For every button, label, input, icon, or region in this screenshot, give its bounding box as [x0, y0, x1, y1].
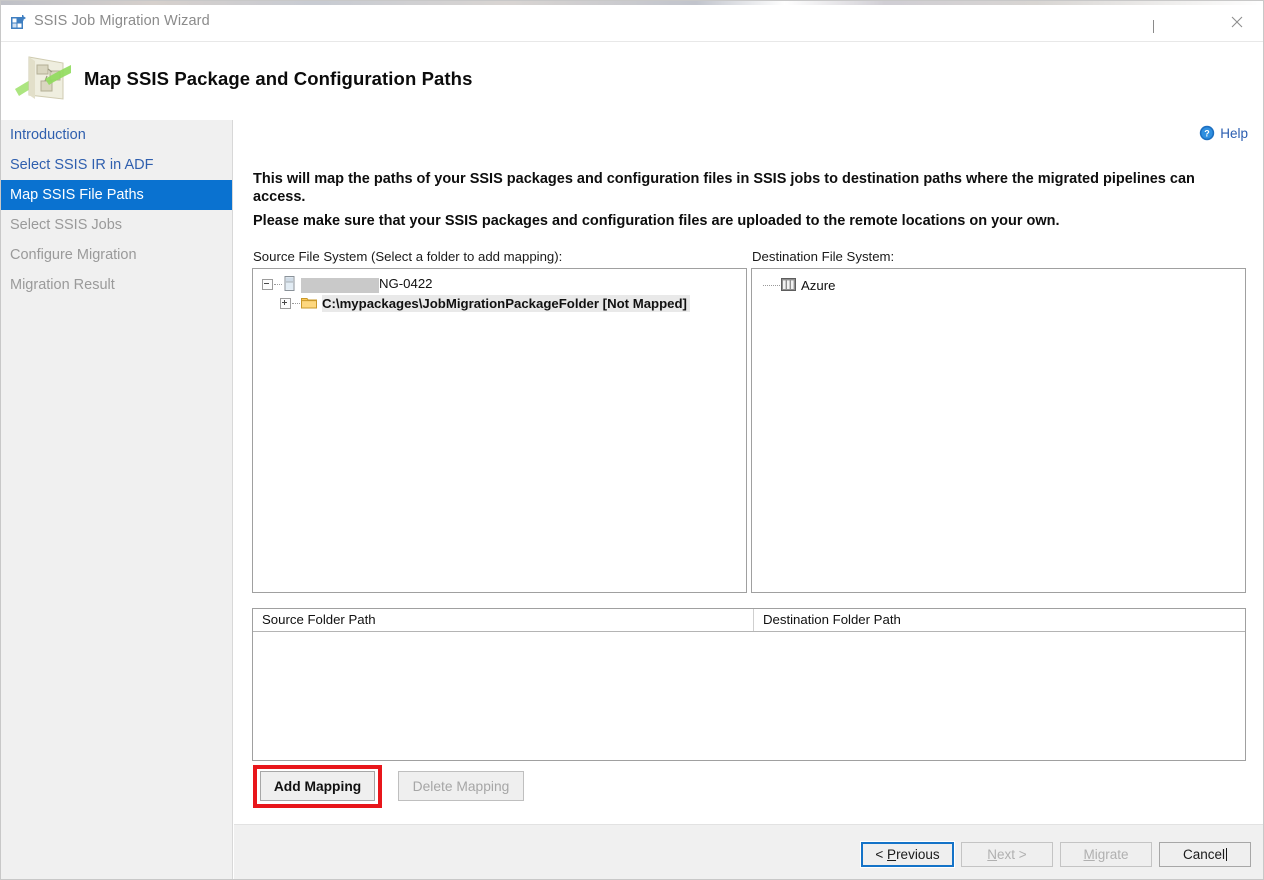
- cancel-button-label: Cancel: [1183, 847, 1225, 862]
- title-bar: SSIS Job Migration Wizard: [1, 5, 1263, 42]
- tree-node-server[interactable]: NG-0422: [253, 275, 746, 294]
- column-header-destination-folder-path[interactable]: Destination Folder Path: [754, 609, 1245, 631]
- column-header-source-folder-path[interactable]: Source Folder Path: [253, 609, 754, 631]
- next-button-label: Next >: [987, 847, 1026, 862]
- mapping-grid-header: Source Folder Path Destination Folder Pa…: [253, 609, 1245, 632]
- sidebar-item-map-ssis-file-paths[interactable]: Map SSIS File Paths: [1, 180, 232, 210]
- minimize-icon: [1153, 20, 1154, 33]
- tree-node-folder-label: C:\mypackages\JobMigrationPackageFolder …: [322, 295, 690, 312]
- tree-node-folder[interactable]: C:\mypackages\JobMigrationPackageFolder …: [253, 294, 746, 313]
- help-label: Help: [1220, 126, 1248, 141]
- tree-node-azure[interactable]: Azure: [752, 276, 1245, 295]
- delete-mapping-button: Delete Mapping: [398, 771, 524, 801]
- tree-node-azure-label: Azure: [801, 278, 835, 293]
- wizard-window: SSIS Job Migration Wizard: [0, 0, 1264, 880]
- sidebar-item-configure-migration: Configure Migration: [1, 240, 232, 270]
- source-file-system-label: Source File System (Select a folder to a…: [253, 249, 562, 264]
- destination-file-system-tree[interactable]: Azure: [751, 268, 1246, 593]
- migration-dataflow-icon: [11, 49, 73, 111]
- next-button: Next >: [961, 842, 1053, 867]
- tree-connector-line: [763, 285, 780, 287]
- sidebar-item-select-ssis-ir[interactable]: Select SSIS IR in ADF: [1, 150, 232, 180]
- tree-node-server-label: NG-0422: [301, 276, 433, 292]
- tree-connector-line: [274, 284, 282, 286]
- tree-connector-line: [292, 303, 300, 305]
- wizard-steps-sidebar: Introduction Select SSIS IR in ADF Map S…: [1, 120, 233, 880]
- content-panel: ? Help This will map the paths of your S…: [234, 120, 1263, 824]
- folder-icon: [301, 296, 317, 312]
- sidebar-item-select-ssis-jobs: Select SSIS Jobs: [1, 210, 232, 240]
- previous-button-label: < Previous: [875, 847, 939, 862]
- footer-button-bar: < Previous Next > Migrate Cancel: [234, 825, 1263, 880]
- close-button[interactable]: [1216, 5, 1262, 39]
- sidebar-item-introduction[interactable]: Introduction: [1, 120, 232, 150]
- help-icon: ?: [1199, 125, 1215, 141]
- svg-text:?: ?: [1204, 129, 1210, 139]
- wizard-app-icon: [10, 14, 28, 32]
- expand-expander-icon[interactable]: [280, 298, 291, 309]
- text-caret-artifact: [1226, 848, 1227, 861]
- migrate-button: Migrate: [1060, 842, 1152, 867]
- sidebar-item-migration-result: Migration Result: [1, 270, 232, 300]
- page-title: Map SSIS Package and Configuration Paths: [84, 68, 472, 90]
- azure-grid-icon: [781, 278, 796, 294]
- collapse-expander-icon[interactable]: [262, 279, 273, 290]
- description-line-1: This will map the paths of your SSIS pac…: [253, 170, 1215, 206]
- help-link[interactable]: ? Help: [1199, 125, 1248, 141]
- add-mapping-button[interactable]: Add Mapping: [260, 771, 375, 801]
- description-line-2: Please make sure that your SSIS packages…: [253, 212, 1215, 230]
- header-banner: Map SSIS Package and Configuration Paths: [1, 42, 1263, 120]
- tree-node-server-suffix: NG-0422: [379, 276, 433, 291]
- window-title: SSIS Job Migration Wizard: [34, 13, 210, 29]
- mapping-grid[interactable]: Source Folder Path Destination Folder Pa…: [252, 608, 1246, 761]
- source-file-system-tree[interactable]: NG-0422 C:\mypackages\JobMigrationPackag…: [252, 268, 747, 593]
- cancel-button[interactable]: Cancel: [1159, 842, 1251, 867]
- server-icon: [283, 276, 296, 294]
- close-icon: [1231, 16, 1243, 28]
- minimize-button[interactable]: [1130, 5, 1176, 39]
- redacted-hostname-block: [301, 278, 379, 293]
- migrate-button-label: Migrate: [1083, 847, 1128, 862]
- destination-file-system-label: Destination File System:: [752, 249, 894, 264]
- previous-button[interactable]: < Previous: [861, 842, 954, 867]
